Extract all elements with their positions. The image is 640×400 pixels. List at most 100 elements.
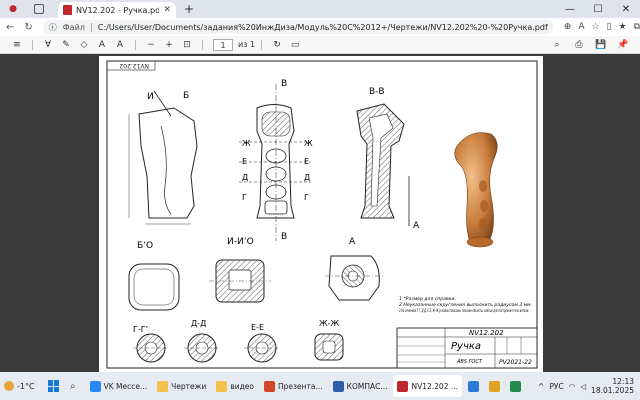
system-tray: ^ РУС ◠ ◁ 12:13 18.01.2025 xyxy=(538,377,640,395)
title-material: ABS ГОСТ xyxy=(456,359,483,365)
app-icon xyxy=(157,380,169,392)
browser-tabbar: ● NV12.202 - Ручка.pdf ✕ + — ☐ ✕ xyxy=(0,0,640,18)
note-1: 1 *Размер для справки. xyxy=(399,296,456,302)
read-aloud-icon[interactable]: A xyxy=(578,22,584,32)
clock-time: 12:13 xyxy=(612,377,634,386)
favorites-icon[interactable]: ★ xyxy=(619,22,627,32)
pdf-toolbar: ≡ ∀ ✎ ◇ A A − + ⊡ 1 из 1 ↻ ▭ ⌕ ⎙ 💾 📌 xyxy=(0,36,640,54)
tab-actions-icon[interactable] xyxy=(34,4,44,14)
label-i: И xyxy=(147,92,154,102)
taskbar-app[interactable] xyxy=(464,375,483,397)
title-block: NV12.202 Ручка ABS ГОСТ PV2021-22 xyxy=(396,327,538,369)
view-b: Б’О xyxy=(128,241,180,311)
taskbar-app[interactable]: Презента... xyxy=(260,375,327,397)
label-e-right: Е xyxy=(304,157,309,166)
split-icon[interactable]: ▯ xyxy=(607,22,612,32)
section-vv: В-В А xyxy=(356,87,420,231)
weather-widget[interactable]: -1°C xyxy=(4,381,44,391)
close-icon[interactable]: ✕ xyxy=(163,5,171,15)
taskbar-app[interactable]: КОМПАС... xyxy=(329,375,392,397)
read-aloud-pdf-icon[interactable]: A xyxy=(111,40,129,50)
new-tab-icon[interactable]: + xyxy=(184,2,194,16)
fit-page-icon[interactable]: ⊡ xyxy=(178,40,196,50)
label-b-view: Б’О xyxy=(137,241,153,251)
back-icon[interactable]: ← xyxy=(6,22,14,33)
app-icon xyxy=(489,380,501,392)
tray-chevron-icon[interactable]: ^ xyxy=(538,382,544,391)
section-ee: Е-Е xyxy=(244,323,280,363)
draw-icon[interactable]: ✎ xyxy=(57,40,75,50)
label-a-view: А xyxy=(349,237,356,247)
section-gg: Г-Г’ xyxy=(133,325,169,363)
pdf-viewer[interactable]: NV12.202 И Б В В Ж Ж Е Е Д Д Г Г В-В А Б… xyxy=(0,54,640,372)
zoom-icon[interactable]: ⊕ xyxy=(564,22,572,32)
technical-notes: 1 *Размер для справки. 2 Неуказанные скр… xyxy=(399,296,532,314)
title-code: NV12.202 xyxy=(469,329,504,337)
page-view-icon[interactable]: ▭ xyxy=(286,40,304,50)
clock-date: 18.01.2025 xyxy=(591,386,634,395)
favorite-icon[interactable]: ☆ xyxy=(591,22,599,32)
lang-indicator[interactable]: РУС xyxy=(549,382,563,391)
pin-icon[interactable]: 📌 xyxy=(614,40,632,50)
taskbar-app-label: NV12.202 ... xyxy=(411,381,459,391)
app-icon xyxy=(263,380,275,392)
clock[interactable]: 12:13 18.01.2025 xyxy=(591,377,634,395)
toolbar-divider xyxy=(202,39,203,50)
rotate-icon[interactable]: ↻ xyxy=(268,40,286,50)
reload-icon[interactable]: ↻ xyxy=(24,22,32,33)
label-ee: Е-Е xyxy=(251,323,264,332)
highlight-icon[interactable]: ∀ xyxy=(39,40,57,50)
label-d-left: Д xyxy=(242,173,248,182)
window-close-icon[interactable]: ✕ xyxy=(612,4,640,15)
taskbar-app-label: Презента... xyxy=(277,381,323,391)
side-view: И Б xyxy=(128,90,198,225)
note-2: 2 Неуказанные скругления выполнить радиу… xyxy=(399,302,532,308)
taskbar-app-label: VK Мессе... xyxy=(103,381,148,391)
handle-render xyxy=(454,132,498,248)
search-icon[interactable]: ⌕ xyxy=(70,381,76,392)
collections-icon[interactable]: ⧉ xyxy=(634,22,640,32)
note-3: 3 На сечениях Г-Г, Д-Д, Е-Е, Ж-Ж условно… xyxy=(399,308,529,314)
taskbar-app[interactable] xyxy=(485,375,504,397)
text-icon[interactable]: A xyxy=(93,40,111,50)
page-number-input[interactable]: 1 xyxy=(213,38,233,51)
wifi-icon[interactable]: ◠ xyxy=(569,382,576,391)
zoom-in-icon[interactable]: + xyxy=(160,40,178,50)
toolbar-divider xyxy=(135,39,136,50)
address-tools: ⊕ A ☆ ▯ ★ ⧉ ◉ ⋯ xyxy=(564,22,640,32)
taskbar-app[interactable]: Чертежи xyxy=(153,375,210,397)
weather-icon xyxy=(4,381,14,391)
save-icon[interactable]: 💾 xyxy=(592,40,610,50)
label-a-arrow: А xyxy=(413,221,420,231)
info-icon[interactable]: ⓘ xyxy=(49,22,57,33)
taskbar-app[interactable]: NV12.202 ... xyxy=(393,375,463,397)
contents-icon[interactable]: ≡ xyxy=(8,40,26,50)
taskbar-app[interactable] xyxy=(506,375,525,397)
app-icon xyxy=(89,380,101,392)
pdf-file-icon xyxy=(63,5,72,15)
minimize-icon[interactable]: — xyxy=(556,4,584,15)
search-pdf-icon[interactable]: ⌕ xyxy=(548,40,566,50)
url-field[interactable]: ⓘ Файл C:/Users/User/Documents/задания%2… xyxy=(42,20,554,34)
taskbar-app[interactable]: видео xyxy=(212,375,258,397)
erase-icon[interactable]: ◇ xyxy=(75,40,93,50)
toolbar-divider xyxy=(261,39,263,50)
taskbar: -1°C ⌕ VK Мессе... Чертежи видео Презента..… xyxy=(0,372,640,400)
app-icon xyxy=(332,380,344,392)
label-gg: Г-Г’ xyxy=(133,325,148,334)
tab-title: NV12.202 - Ручка.pdf xyxy=(76,5,160,15)
url-text: C:/Users/User/Documents/задания%20ИнжДиз… xyxy=(97,22,548,32)
weather-temp: -1°C xyxy=(17,381,35,391)
taskbar-app[interactable]: VK Мессе... xyxy=(86,375,152,397)
start-icon[interactable] xyxy=(48,380,60,392)
print-icon[interactable]: ⎙ xyxy=(570,40,588,50)
pdf-toolbar-right: ⌕ ⎙ 💾 📌 xyxy=(548,40,632,50)
volume-icon[interactable]: ◁ xyxy=(580,382,586,391)
zoom-out-icon[interactable]: − xyxy=(142,40,160,50)
app-icon xyxy=(397,380,409,392)
label-e-left: Е xyxy=(242,157,247,166)
maximize-icon[interactable]: ☐ xyxy=(584,4,612,15)
engineering-drawing: NV12.202 И Б В В Ж Ж Е Е Д Д Г Г В-В А Б… xyxy=(106,60,538,369)
pdf-app-icon[interactable]: ● xyxy=(6,2,20,16)
tab-pdf[interactable]: NV12.202 - Ручка.pdf ✕ xyxy=(58,2,176,18)
